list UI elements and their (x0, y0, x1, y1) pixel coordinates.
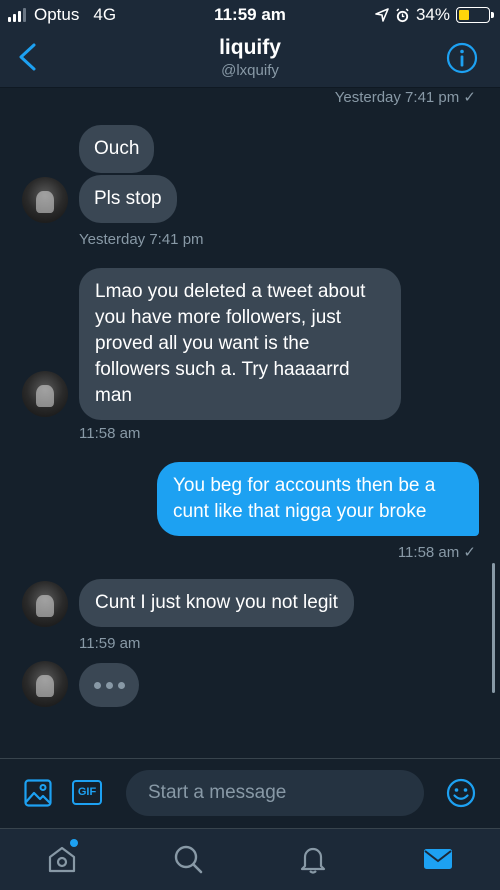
message-list[interactable]: Yesterday 7:41 pm ✓ Ouch Pls stop Yester… (0, 88, 500, 758)
battery-icon (456, 7, 494, 23)
avatar[interactable] (22, 661, 68, 707)
search-icon[interactable] (172, 843, 204, 875)
conversation-header: liquify @lxquify (0, 30, 500, 88)
tab-bar (0, 828, 500, 890)
avatar[interactable] (22, 177, 68, 223)
typing-dot (105, 681, 113, 689)
message-bubble-sent[interactable]: You beg for accounts then be a cunt like… (157, 462, 479, 536)
message-bubble-received[interactable]: Cunt I just know you not legit (79, 579, 354, 627)
battery-percent: 34% (415, 5, 450, 24)
message-timestamp: 11:59 am (79, 635, 141, 652)
status-right: 34% (375, 5, 494, 25)
alarm-icon (396, 7, 409, 22)
message-bubble-received[interactable]: Lmao you deleted a tweet about you have … (79, 268, 401, 420)
bell-icon[interactable] (297, 843, 329, 875)
image-icon[interactable] (24, 779, 52, 807)
message-timestamp: 11:58 am (79, 425, 141, 442)
status-bar: Optus 4G 11:59 am 34% (0, 0, 500, 30)
mail-icon[interactable] (422, 843, 454, 875)
typing-dot (93, 681, 101, 689)
avatar[interactable] (22, 581, 68, 627)
message-timestamp: Yesterday 7:41 pm ✓ (334, 89, 476, 106)
conversation-handle[interactable]: @lxquify (0, 62, 500, 79)
scrollbar[interactable] (492, 563, 495, 693)
message-timestamp: Yesterday 7:41 pm (79, 231, 204, 248)
conversation-name[interactable]: liquify (0, 36, 500, 60)
message-bubble-received[interactable]: Ouch (79, 125, 155, 173)
home-icon[interactable] (46, 843, 78, 875)
location-icon (375, 8, 389, 22)
gif-button[interactable]: GIF (72, 780, 102, 805)
typing-dot (117, 681, 125, 689)
emoji-icon[interactable] (446, 778, 476, 808)
avatar[interactable] (22, 371, 68, 417)
message-timestamp: 11:58 am ✓ (397, 544, 476, 561)
message-bubble-received[interactable]: Pls stop (79, 175, 177, 223)
message-composer: GIF (0, 758, 500, 828)
battery-fill (459, 10, 469, 20)
message-input[interactable] (126, 770, 424, 816)
info-icon[interactable] (446, 42, 478, 74)
notification-dot (70, 839, 78, 847)
typing-indicator (79, 663, 139, 707)
